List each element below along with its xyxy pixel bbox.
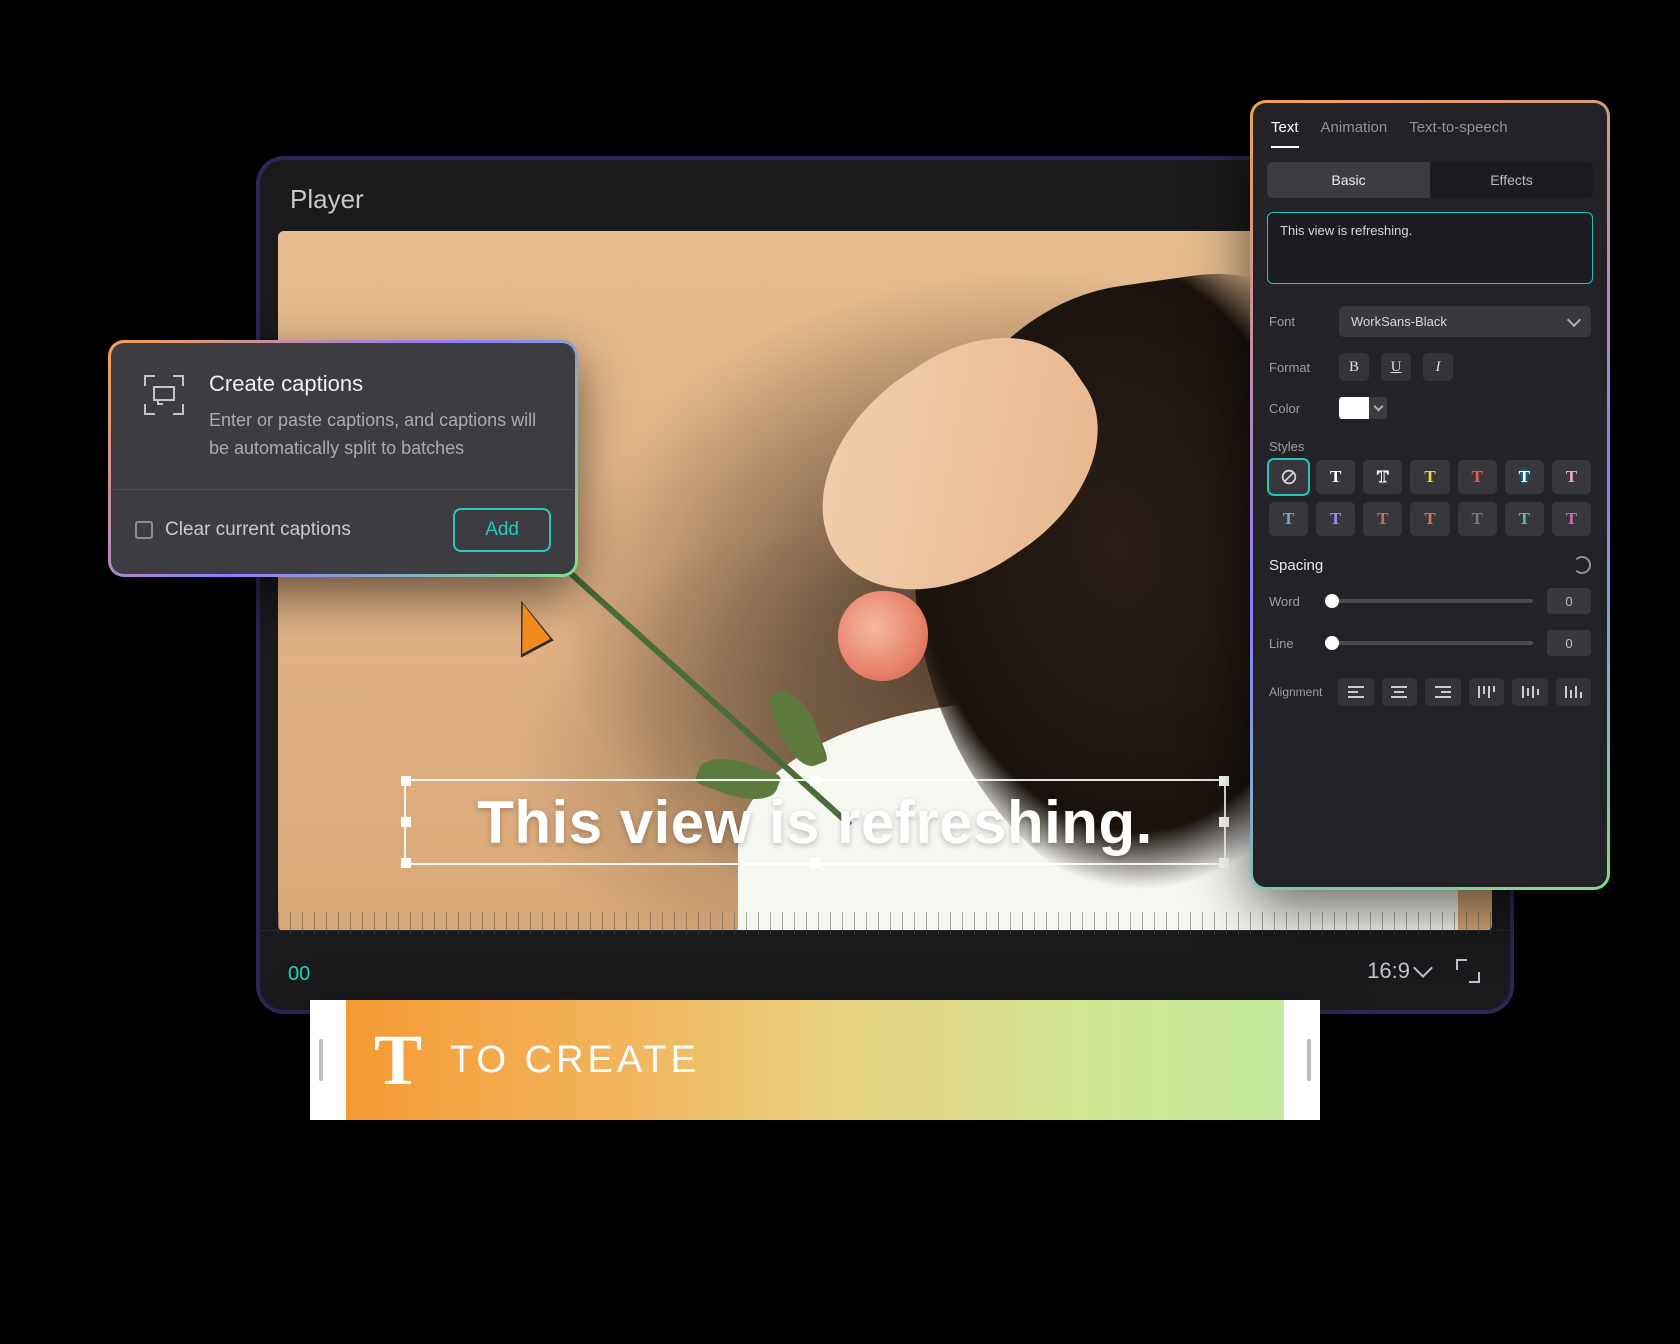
player-controls: 16:9 — [260, 930, 1510, 1010]
style-preset[interactable]: T — [1410, 502, 1449, 536]
rose-bloom — [838, 591, 928, 681]
resize-handle[interactable] — [1219, 817, 1229, 827]
caption-bounding-box[interactable]: This view is refreshing. — [404, 779, 1226, 865]
clip-trim-handle-right[interactable] — [1302, 1027, 1316, 1093]
chevron-down-icon — [1567, 312, 1581, 326]
popover-title: Create captions — [209, 371, 547, 397]
clip-body[interactable]: T TO CREATE — [346, 1000, 1284, 1120]
color-label: Color — [1269, 401, 1327, 416]
resize-handle[interactable] — [810, 776, 820, 786]
align-left-button[interactable] — [1338, 678, 1373, 706]
alignment-label: Alignment — [1269, 685, 1330, 699]
panel-tabs: Text Animation Text-to-speech — [1253, 103, 1607, 148]
resize-handle[interactable] — [1219, 858, 1229, 868]
clip-trim-handle-left[interactable] — [314, 1027, 328, 1093]
segment-basic[interactable]: Basic — [1267, 162, 1430, 198]
create-captions-popover: Create captions Enter or paste captions,… — [108, 340, 578, 577]
spacing-label: Spacing — [1269, 557, 1323, 574]
format-label: Format — [1269, 360, 1327, 375]
align-right-button[interactable] — [1425, 678, 1460, 706]
style-preset[interactable]: T — [1505, 460, 1544, 494]
resize-handle[interactable] — [810, 858, 820, 868]
align-top-button[interactable] — [1469, 678, 1504, 706]
word-spacing-label: Word — [1269, 594, 1311, 609]
color-swatch — [1339, 397, 1369, 419]
style-preset[interactable]: T — [1410, 460, 1449, 494]
color-picker[interactable] — [1339, 397, 1387, 419]
style-preset[interactable]: T — [1552, 502, 1591, 536]
captions-icon — [144, 375, 184, 415]
add-button[interactable]: Add — [453, 508, 551, 552]
resize-handle[interactable] — [401, 858, 411, 868]
resize-handle[interactable] — [401, 817, 411, 827]
segment-effects[interactable]: Effects — [1430, 162, 1593, 198]
fullscreen-icon[interactable] — [1456, 959, 1480, 983]
align-middle-button[interactable] — [1512, 678, 1547, 706]
clip-label: TO CREATE — [450, 1039, 700, 1082]
resize-handle[interactable] — [1219, 776, 1229, 786]
caption-text-input[interactable]: This view is refreshing. — [1267, 212, 1593, 284]
reset-spacing-icon[interactable] — [1573, 556, 1591, 574]
popover-description: Enter or paste captions, and captions wi… — [209, 407, 547, 463]
style-none[interactable] — [1269, 460, 1308, 494]
align-center-button[interactable] — [1382, 678, 1417, 706]
underline-button[interactable]: U — [1381, 353, 1411, 381]
word-spacing-value[interactable]: 0 — [1547, 588, 1591, 614]
line-spacing-label: Line — [1269, 636, 1311, 651]
chevron-down-icon — [1413, 958, 1433, 978]
aspect-ratio-value: 16:9 — [1367, 958, 1410, 984]
slider-thumb[interactable] — [1325, 636, 1339, 650]
styles-label: Styles — [1253, 427, 1607, 460]
style-preset[interactable]: T — [1505, 502, 1544, 536]
style-preset[interactable]: T — [1316, 460, 1355, 494]
color-dropdown[interactable] — [1369, 397, 1387, 419]
font-select-value: WorkSans-Black — [1351, 314, 1447, 329]
style-preset[interactable]: T — [1269, 502, 1308, 536]
word-spacing-slider[interactable] — [1325, 599, 1533, 603]
line-spacing-slider[interactable] — [1325, 641, 1533, 645]
font-select[interactable]: WorkSans-Black — [1339, 306, 1591, 337]
styles-grid: T T T T T T T T T T T T T — [1253, 460, 1607, 536]
tab-text-to-speech[interactable]: Text-to-speech — [1409, 119, 1507, 148]
style-preset[interactable]: T — [1458, 502, 1497, 536]
aspect-ratio-selector[interactable]: 16:9 — [1367, 958, 1430, 984]
clear-captions-label: Clear current captions — [165, 519, 351, 541]
text-clip-icon: T — [374, 1019, 422, 1102]
style-preset[interactable]: T — [1363, 502, 1402, 536]
font-label: Font — [1269, 314, 1327, 329]
tab-text[interactable]: Text — [1271, 119, 1299, 148]
tab-animation[interactable]: Animation — [1321, 119, 1388, 148]
timeline-text-clip[interactable]: T TO CREATE — [310, 1000, 1320, 1120]
clear-captions-checkbox[interactable]: Clear current captions — [135, 519, 351, 541]
slider-thumb[interactable] — [1325, 594, 1339, 608]
line-spacing-value[interactable]: 0 — [1547, 630, 1591, 656]
text-properties-panel: Text Animation Text-to-speech Basic Effe… — [1250, 100, 1610, 890]
checkbox-icon — [135, 521, 153, 539]
italic-button[interactable]: I — [1423, 353, 1453, 381]
align-bottom-button[interactable] — [1556, 678, 1591, 706]
caption-text[interactable]: This view is refreshing. — [477, 788, 1153, 857]
style-preset[interactable]: T — [1458, 460, 1497, 494]
style-preset[interactable]: T — [1316, 502, 1355, 536]
chevron-down-icon — [1373, 401, 1383, 411]
style-preset[interactable]: T — [1363, 460, 1402, 494]
bold-button[interactable]: B — [1339, 353, 1369, 381]
basic-effects-segment: Basic Effects — [1267, 162, 1593, 198]
style-preset[interactable]: T — [1552, 460, 1591, 494]
resize-handle[interactable] — [401, 776, 411, 786]
